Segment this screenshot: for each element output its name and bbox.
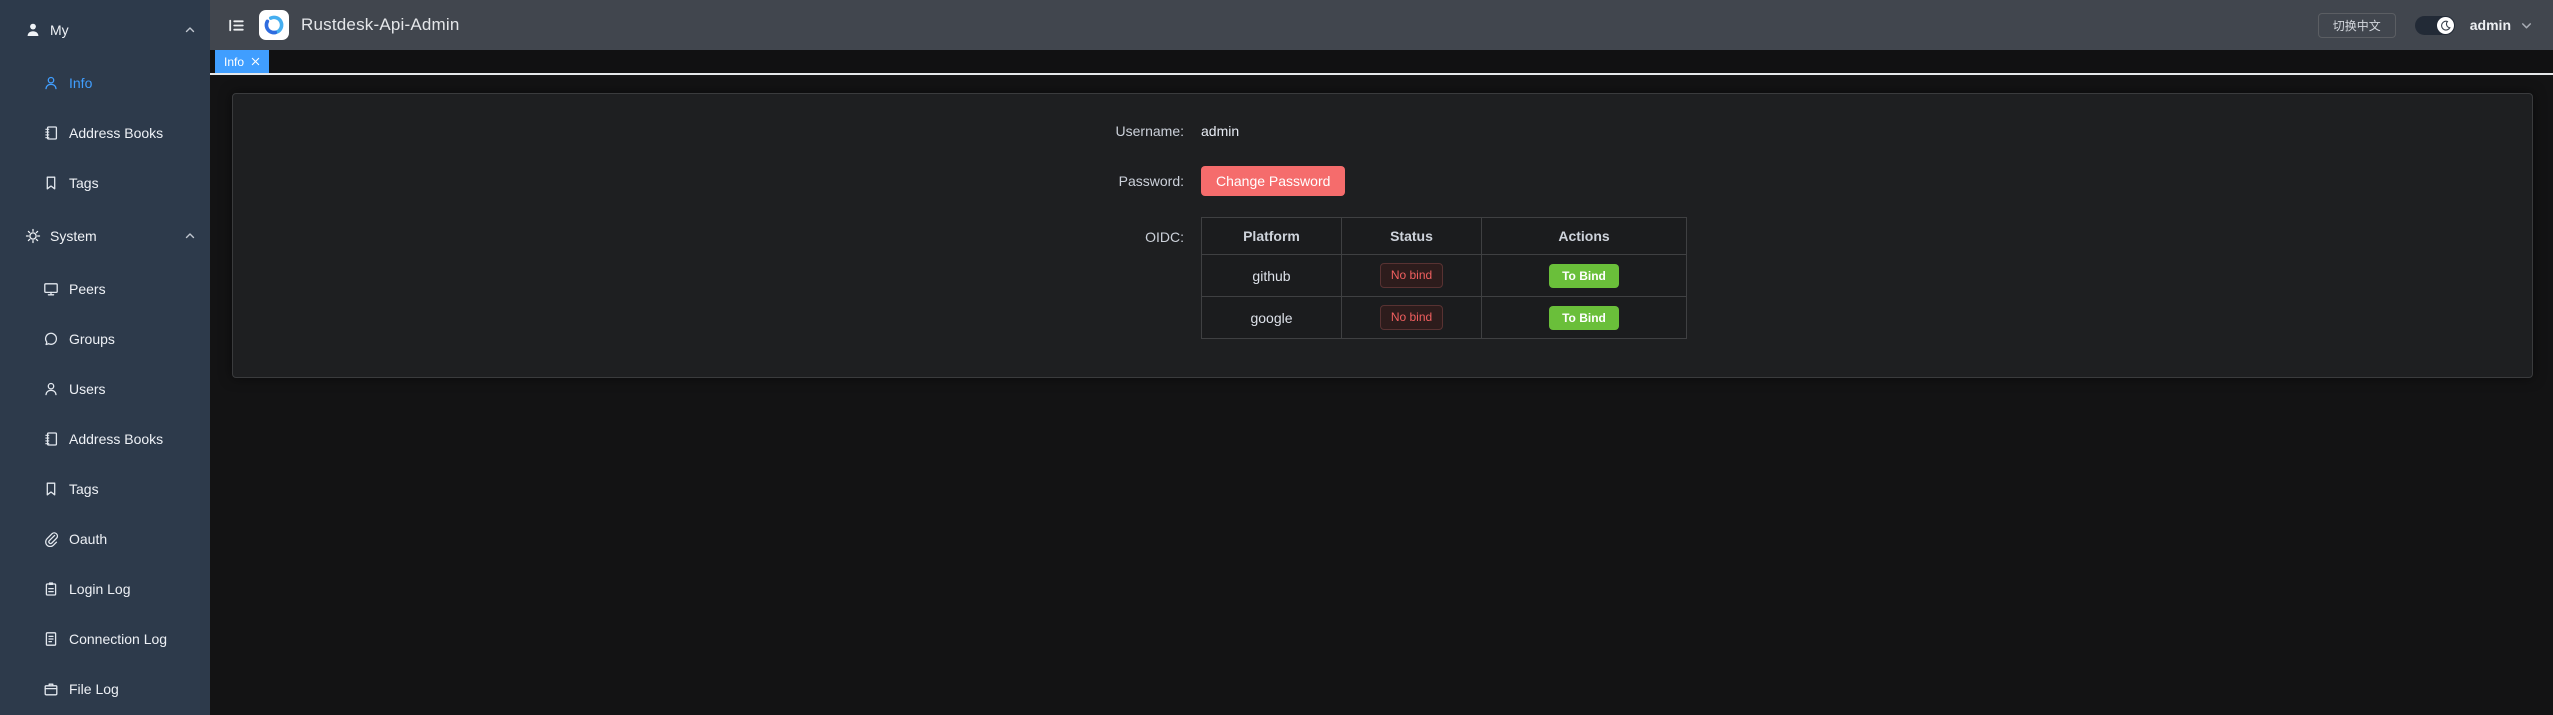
column-header-platform: Platform [1202, 218, 1342, 255]
sidebar-item-address-books-my[interactable]: Address Books [0, 108, 210, 158]
column-header-status: Status [1342, 218, 1482, 255]
sidebar-item-login-log[interactable]: Login Log [0, 564, 210, 614]
sidebar-item-info[interactable]: Info [0, 58, 210, 108]
username-row: Username: admin [233, 123, 2532, 139]
sidebar-item-label: Login Log [69, 581, 131, 597]
actions-cell: To Bind [1482, 297, 1687, 339]
oidc-label: OIDC: [233, 217, 1184, 245]
paperclip-icon [43, 531, 59, 547]
sidebar-item-label: Connection Log [69, 631, 167, 647]
table-row-google: google No bind To Bind [1202, 297, 1687, 339]
password-row: Password: Change Password [233, 166, 2532, 196]
theme-toggle[interactable] [2415, 16, 2455, 35]
gear-icon [25, 228, 41, 244]
chat-bubble-icon [43, 331, 59, 347]
app-title: Rustdesk-Api-Admin [301, 15, 460, 35]
sidebar-section-my[interactable]: My [0, 2, 210, 58]
sidebar-item-label: File Log [69, 681, 119, 697]
chevron-up-icon [184, 24, 196, 36]
username-label: Username: [233, 123, 1184, 139]
close-icon[interactable] [251, 57, 260, 66]
status-badge: No bind [1380, 305, 1443, 329]
sidebar-item-label: Users [69, 381, 106, 397]
clipboard-icon [43, 581, 59, 597]
notebook-icon [43, 431, 59, 447]
tabbar: Info [210, 50, 2553, 75]
navbar-right: 切换中文 admin [2318, 13, 2533, 38]
table-row-github: github No bind To Bind [1202, 255, 1687, 297]
sidebar-item-label: Address Books [69, 125, 163, 141]
sidebar-item-label: Peers [69, 281, 106, 297]
username-value: admin [1201, 123, 1239, 139]
briefcase-icon [43, 681, 59, 697]
sidebar-item-address-books-system[interactable]: Address Books [0, 414, 210, 464]
status-badge: No bind [1380, 263, 1443, 287]
status-cell: No bind [1342, 255, 1482, 297]
sidebar-item-file-log[interactable]: File Log [0, 664, 210, 714]
tab-label: Info [224, 55, 244, 69]
sidebar-section-system[interactable]: System [0, 208, 210, 264]
sidebar-section-label: System [50, 228, 196, 244]
to-bind-button-github[interactable]: To Bind [1549, 264, 1619, 288]
oidc-row: OIDC: Platform Status Actions github No … [233, 217, 2532, 339]
user-menu[interactable]: admin [2470, 17, 2511, 33]
moon-icon [2437, 17, 2454, 34]
sidebar-item-oauth[interactable]: Oauth [0, 514, 210, 564]
column-header-actions: Actions [1482, 218, 1687, 255]
account-info-card: Username: admin Password: Change Passwor… [232, 93, 2533, 378]
tab-info[interactable]: Info [215, 50, 269, 73]
user-icon [43, 75, 59, 91]
sidebar-item-tags-my[interactable]: Tags [0, 158, 210, 208]
user-filled-icon [25, 22, 41, 38]
sidebar-item-tags-system[interactable]: Tags [0, 464, 210, 514]
notebook-icon [43, 125, 59, 141]
sidebar-item-label: Tags [69, 175, 99, 191]
navbar: Rustdesk-Api-Admin 切换中文 admin [210, 0, 2553, 50]
change-password-button[interactable]: Change Password [1201, 166, 1345, 196]
rustdesk-logo [259, 10, 289, 40]
sidebar-item-label: Info [69, 75, 92, 91]
platform-cell: github [1202, 255, 1342, 297]
sidebar-item-label: Oauth [69, 531, 107, 547]
oidc-table-header-row: Platform Status Actions [1202, 218, 1687, 255]
oidc-table: Platform Status Actions github No bind T… [1201, 217, 1687, 339]
switch-language-button[interactable]: 切换中文 [2318, 13, 2396, 38]
password-label: Password: [233, 166, 1184, 196]
sidebar-item-label: Groups [69, 331, 115, 347]
platform-cell: google [1202, 297, 1342, 339]
chevron-up-icon [184, 230, 196, 242]
sidebar-fold-icon[interactable] [228, 17, 245, 34]
monitor-icon [43, 281, 59, 297]
sidebar-item-label: Tags [69, 481, 99, 497]
user-icon [43, 381, 59, 397]
to-bind-button-google[interactable]: To Bind [1549, 306, 1619, 330]
sidebar-item-peers[interactable]: Peers [0, 264, 210, 314]
bookmark-icon [43, 175, 59, 191]
bookmark-icon [43, 481, 59, 497]
main-content: Username: admin Password: Change Passwor… [210, 77, 2553, 715]
actions-cell: To Bind [1482, 255, 1687, 297]
sidebar-section-label: My [50, 22, 196, 38]
status-cell: No bind [1342, 297, 1482, 339]
chevron-down-icon[interactable] [2520, 19, 2533, 32]
document-icon [43, 631, 59, 647]
sidebar-item-connection-log[interactable]: Connection Log [0, 614, 210, 664]
sidebar-item-groups[interactable]: Groups [0, 314, 210, 364]
sidebar: My Info Address Books Tags System [0, 0, 210, 715]
sidebar-item-users[interactable]: Users [0, 364, 210, 414]
sidebar-item-label: Address Books [69, 431, 163, 447]
